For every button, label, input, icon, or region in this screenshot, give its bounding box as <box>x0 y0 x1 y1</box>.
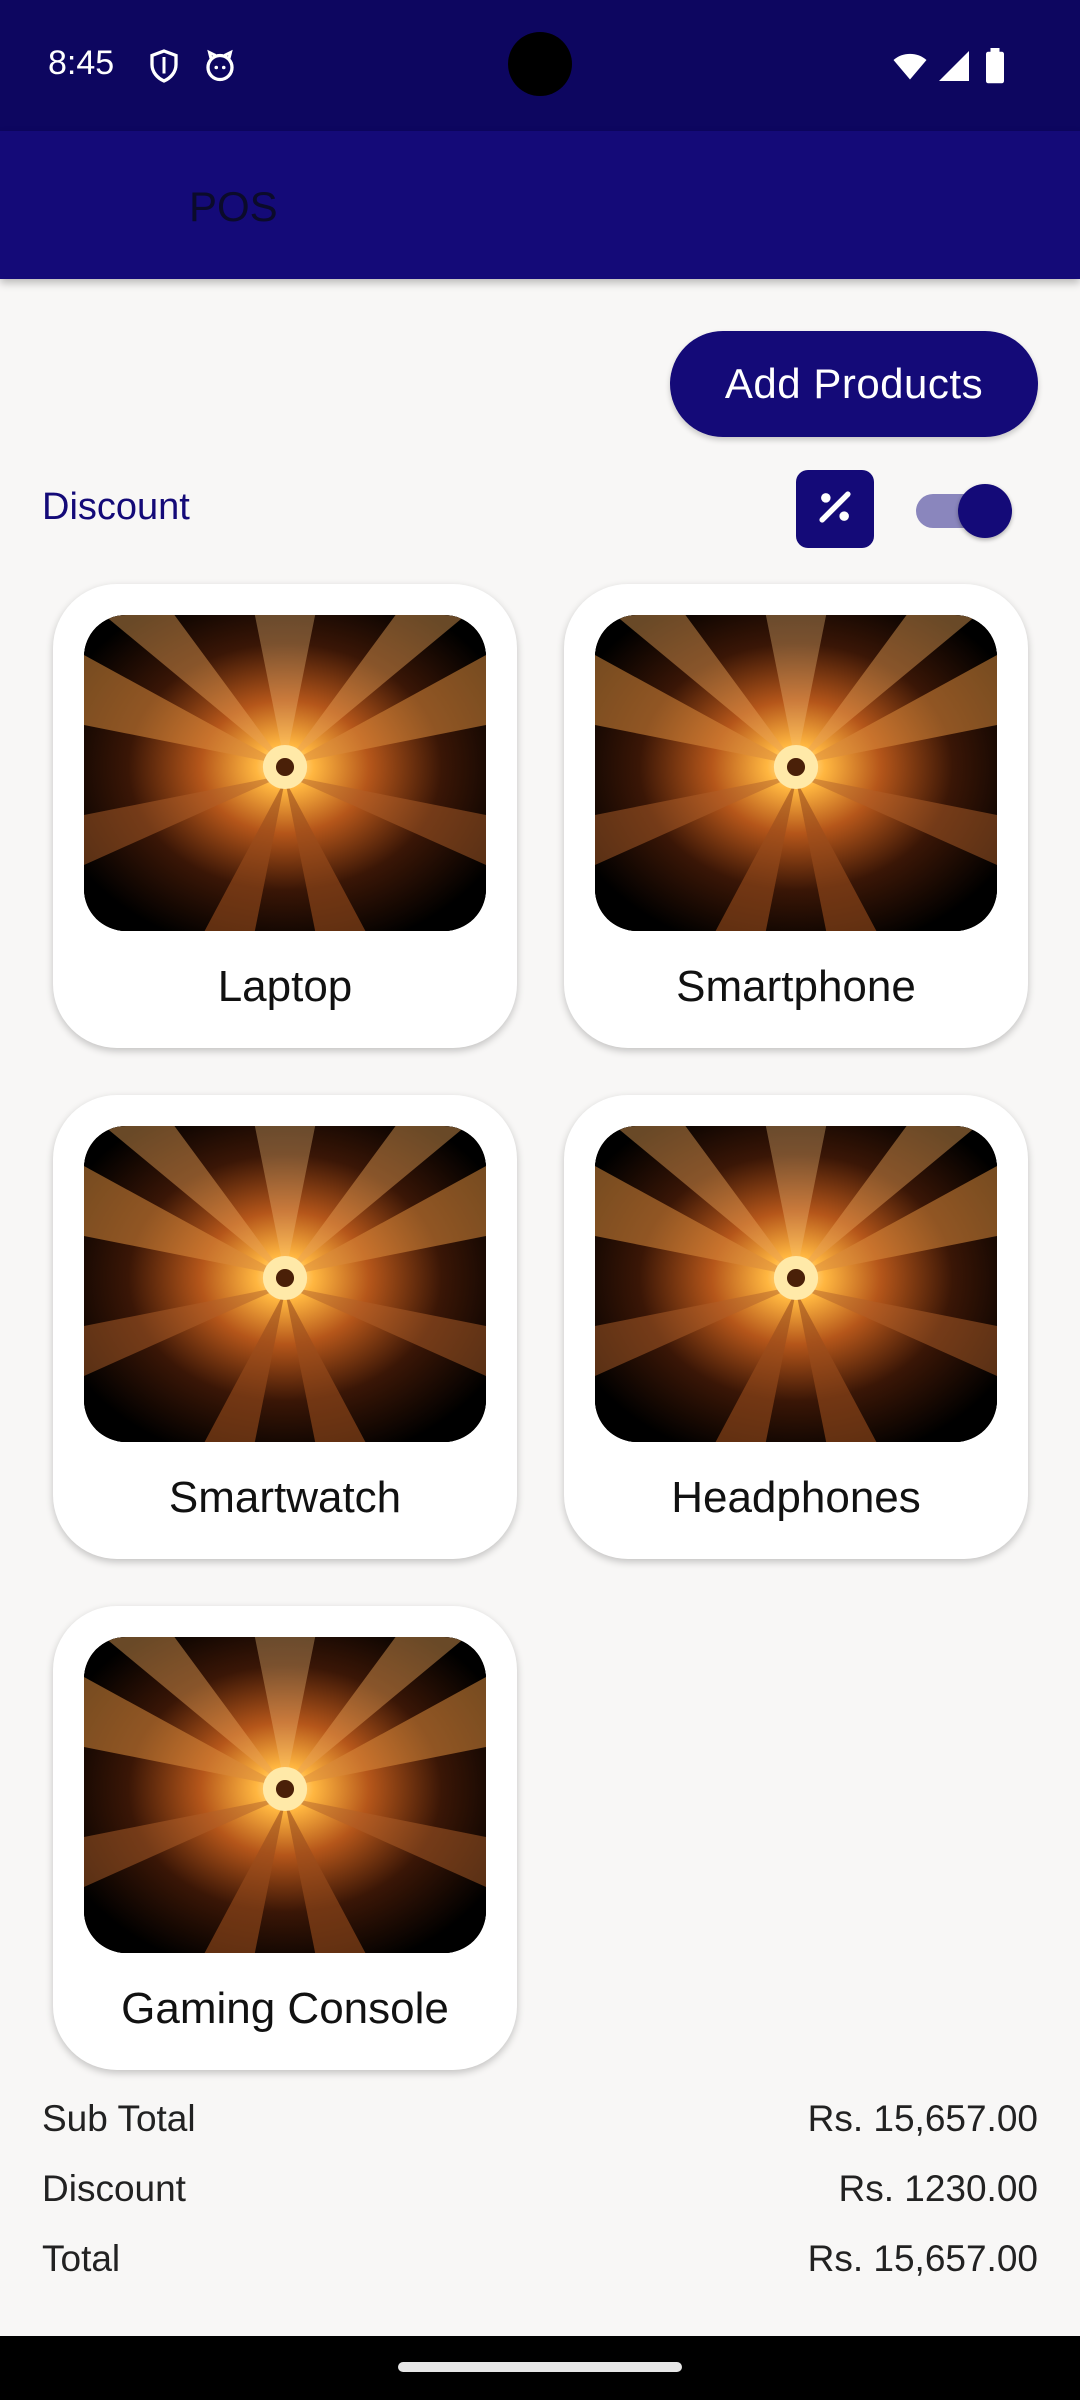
total-row: Total Rs. 15,657.00 <box>42 2238 1038 2292</box>
shield-icon <box>146 48 182 84</box>
battery-icon <box>982 48 1008 84</box>
product-name: Smartphone <box>676 962 916 1011</box>
product-card[interactable]: Smartphone <box>564 584 1028 1048</box>
product-name: Gaming Console <box>121 1984 449 2033</box>
product-name: Smartwatch <box>168 1473 402 1522</box>
subtotal-row: Sub Total Rs. 15,657.00 <box>42 2098 1038 2152</box>
total-value: Rs. 15,657.00 <box>807 2238 1038 2279</box>
product-card[interactable]: Smartwatch <box>53 1095 517 1559</box>
status-bar: 8:45 <box>0 0 1080 131</box>
percent-icon <box>813 485 857 534</box>
product-card[interactable]: Headphones <box>564 1095 1028 1559</box>
toggle-thumb <box>958 484 1012 538</box>
product-name: Laptop <box>217 962 353 1011</box>
app-bar: POS <box>0 131 1080 279</box>
discount-summary-label: Discount <box>42 2168 186 2209</box>
total-label: Total <box>42 2238 121 2279</box>
percent-button[interactable] <box>796 470 874 548</box>
signal-icon <box>936 48 972 84</box>
camera-cutout <box>508 32 572 96</box>
product-card[interactable]: Laptop <box>53 584 517 1048</box>
wifi-icon <box>890 48 930 84</box>
home-gesture-handle[interactable] <box>398 2362 682 2372</box>
cat-face-icon <box>202 48 238 84</box>
subtotal-label: Sub Total <box>42 2098 196 2139</box>
discount-toggle[interactable] <box>916 480 1012 540</box>
subtotal-value: Rs. 15,657.00 <box>807 2098 1038 2139</box>
discount-label: Discount <box>42 486 190 528</box>
product-image <box>84 1637 486 1953</box>
product-image <box>84 615 486 931</box>
product-card[interactable]: Gaming Console <box>53 1606 517 2070</box>
discount-summary-value: Rs. 1230.00 <box>838 2168 1038 2209</box>
navigation-bar <box>0 2336 1080 2400</box>
product-image <box>84 1126 486 1442</box>
page-title: POS <box>189 183 278 230</box>
product-image <box>595 1126 997 1442</box>
product-name: Headphones <box>671 1473 921 1522</box>
add-products-button[interactable]: Add Products <box>670 331 1038 437</box>
product-image <box>595 615 997 931</box>
discount-row: Discount Rs. 1230.00 <box>42 2168 1038 2222</box>
status-time: 8:45 <box>48 44 115 82</box>
